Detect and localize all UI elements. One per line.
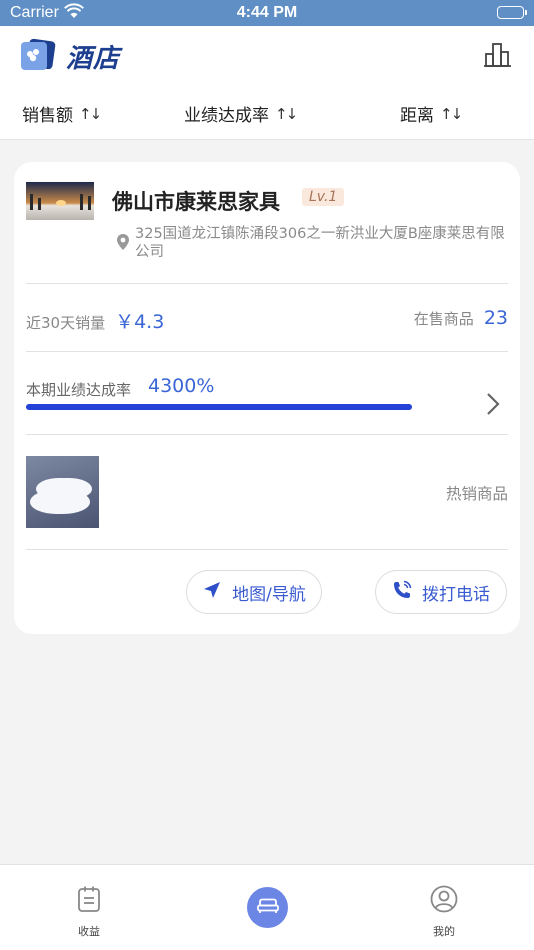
bed-icon: [256, 898, 279, 918]
store-card[interactable]: 佛山市康莱思家具 Lv.1 325国道龙江镇陈涌段306之一新洪业大厦B座康莱思…: [14, 162, 520, 634]
sort-arrows-icon: ↑↓: [440, 104, 463, 123]
bar-chart-icon[interactable]: [484, 42, 512, 72]
divider: [26, 283, 508, 284]
map-button-label: 地图/导航: [232, 584, 306, 605]
hotel-logo-icon: [18, 38, 58, 76]
achievement-progress-bar: [26, 404, 412, 410]
sales-value: ￥4.3: [115, 311, 165, 333]
sales-label: 近30天销量: [26, 314, 106, 332]
call-button-label: 拨打电话: [422, 584, 490, 605]
achievement-rate-label: 本期业绩达成率: [26, 381, 132, 399]
app-header: 酒店: [0, 26, 534, 86]
sort-arrows-icon: ↑↓: [79, 104, 102, 123]
sort-label: 业绩达成率: [184, 106, 269, 126]
stock-value: 23: [483, 307, 508, 329]
sort-by-sales[interactable]: 销售额 ↑↓: [22, 101, 102, 127]
page-title: 酒店: [66, 44, 121, 74]
location-pin-icon: [116, 233, 130, 255]
achievement-rate-value: 4300%: [148, 375, 215, 397]
phone-icon: [392, 580, 412, 605]
navigation-arrow-icon: [202, 580, 222, 605]
stock-metric: 在售商品 23: [414, 307, 508, 329]
map-navigation-button[interactable]: 地图/导航: [186, 570, 322, 614]
sort-by-achievement-rate[interactable]: 业绩达成率 ↑↓: [184, 101, 298, 127]
achievement-progress-fill: [26, 404, 412, 410]
store-name: 佛山市康莱思家具: [112, 190, 280, 214]
store-image: [26, 182, 94, 220]
hot-product-image[interactable]: [26, 456, 99, 528]
clipboard-icon: [77, 886, 101, 917]
call-phone-button[interactable]: 拨打电话: [375, 570, 507, 614]
tab-hotel[interactable]: [247, 887, 288, 928]
tab-bar: 收益 我的: [0, 864, 534, 950]
tab-earnings[interactable]: 收益: [59, 885, 119, 939]
battery-icon: [497, 6, 527, 19]
tab-earnings-label: 收益: [78, 925, 100, 938]
tab-profile[interactable]: 我的: [414, 885, 474, 939]
sales-metric: 近30天销量 ￥4.3: [26, 307, 164, 334]
chevron-right-icon[interactable]: [486, 392, 500, 420]
sort-label: 距离: [400, 106, 434, 126]
level-badge: Lv.1: [302, 188, 345, 206]
divider: [26, 549, 508, 550]
clock: 4:44 PM: [236, 4, 298, 21]
store-address: 325国道龙江镇陈涌段306之一新洪业大厦B座康莱思有限公司: [135, 226, 505, 260]
tab-profile-label: 我的: [433, 925, 455, 938]
sort-bar: 销售额 ↑↓ 业绩达成率 ↑↓ 距离 ↑↓: [0, 86, 534, 140]
sort-arrows-icon: ↑↓: [275, 104, 298, 123]
sort-label: 销售额: [22, 106, 73, 126]
stock-label: 在售商品: [413, 310, 474, 328]
sort-by-distance[interactable]: 距离 ↑↓: [400, 101, 463, 127]
divider: [26, 434, 508, 435]
divider: [26, 351, 508, 352]
hot-products-label: 热销商品: [445, 485, 508, 503]
user-icon: [430, 885, 458, 917]
status-bar: Carrier 4:44 PM: [0, 0, 534, 26]
